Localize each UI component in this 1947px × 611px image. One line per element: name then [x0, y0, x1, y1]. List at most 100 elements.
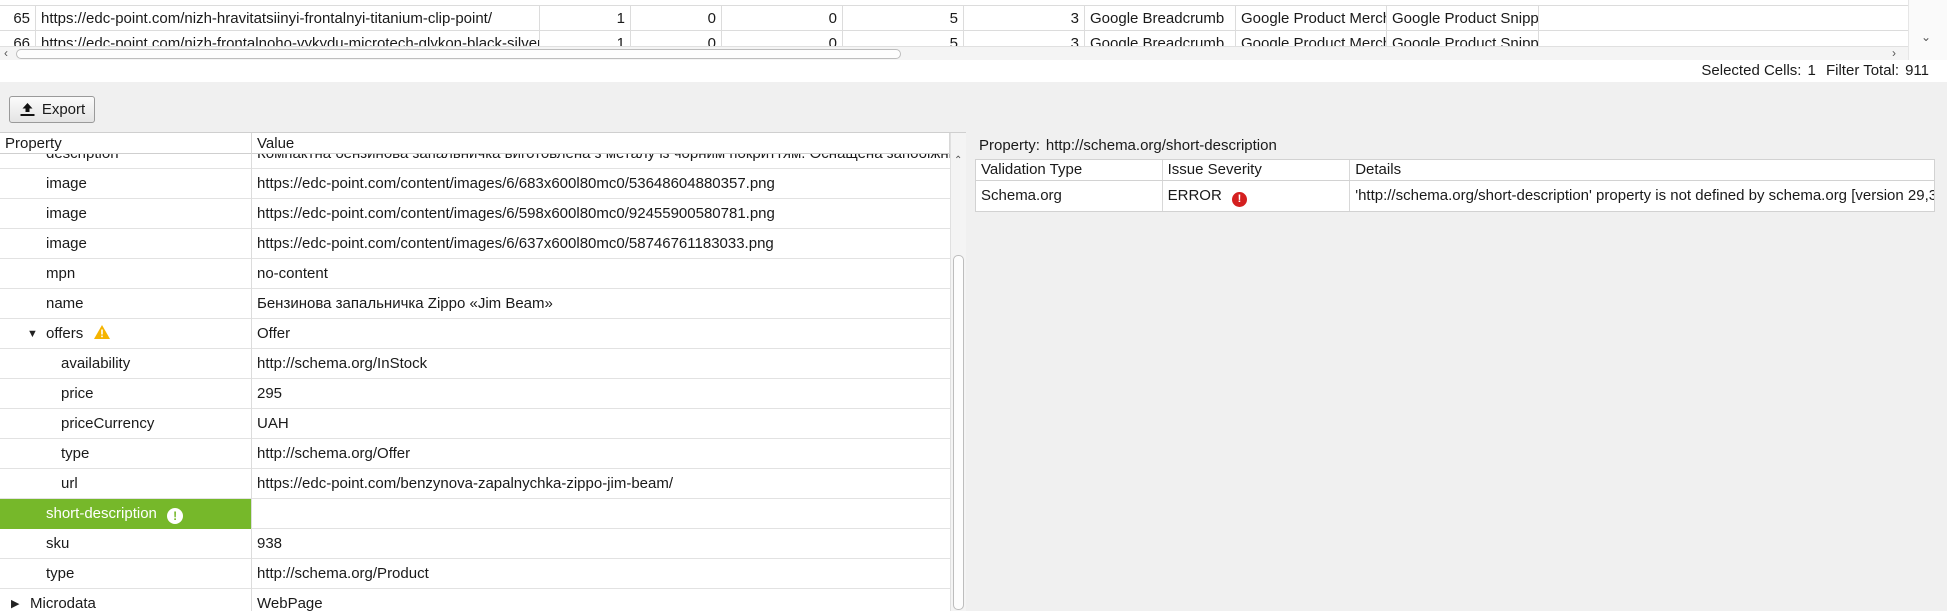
tree-row[interactable]: name Бензинова запальничка Zippo «Jim Be… — [0, 289, 950, 319]
scrollbar-thumb[interactable] — [953, 255, 964, 610]
validation-type-header[interactable]: Validation Type — [976, 160, 1163, 180]
expanded-arrow-icon[interactable]: ▼ — [27, 319, 38, 349]
value-cell: https://edc-point.com/content/images/6/5… — [257, 205, 775, 222]
tree-row[interactable]: availability http://schema.org/InStock — [0, 349, 950, 379]
property-column-header[interactable]: Property — [0, 133, 252, 154]
export-button[interactable]: Export — [9, 96, 95, 123]
value-cell: https://edc-point.com/content/images/6/6… — [257, 235, 774, 252]
tree-row[interactable]: ▶ Microdata WebPage — [0, 589, 950, 611]
scroll-down-icon[interactable]: ⌄ — [1921, 30, 1931, 44]
property-cell: image — [0, 169, 252, 199]
property-cell: type — [0, 559, 252, 589]
vertical-scrollbar[interactable]: ⌄ — [1908, 0, 1947, 60]
validation-details-panel: Property: http://schema.org/short-descrip… — [975, 132, 1947, 611]
url-cell[interactable]: https://edc-point.com/nizh-frontalnoho-v… — [36, 31, 540, 46]
count-cell[interactable]: 5 — [843, 31, 964, 46]
filter-total-value: 911 — [1905, 62, 1929, 79]
count-cell[interactable]: 1 — [540, 31, 631, 46]
scroll-left-icon[interactable]: ‹ — [4, 46, 8, 60]
feature-cell[interactable]: Google Breadcrumb — [1085, 6, 1236, 31]
tree-vertical-scrollbar[interactable]: ⌃ — [950, 133, 966, 611]
tree-row[interactable]: type http://schema.org/Offer — [0, 439, 950, 469]
validation-table: Validation Type Issue Severity Details S… — [975, 159, 1935, 212]
count-cell[interactable]: 0 — [722, 31, 843, 46]
count-cell[interactable]: 1 — [540, 6, 631, 31]
value-cell: Offer — [257, 325, 291, 342]
tree-row[interactable]: type http://schema.org/Product — [0, 559, 950, 589]
tree-row[interactable]: priceCurrency UAH — [0, 409, 950, 439]
count-cell[interactable]: 3 — [964, 31, 1085, 46]
tree-row[interactable]: ▼ offers Offer — [0, 319, 950, 349]
row-number: 65 — [0, 6, 36, 31]
selected-cells-label: Selected Cells: — [1701, 62, 1802, 79]
count-cell[interactable]: 3 — [964, 6, 1085, 31]
property-cell: priceCurrency — [0, 409, 252, 439]
feature-cell[interactable]: Google Breadcrumb — [1085, 31, 1236, 46]
value-cell: http://schema.org/Offer — [257, 445, 411, 462]
property-name: short-description — [46, 505, 157, 522]
feature-cell[interactable]: Google Product Snippet — [1387, 31, 1539, 46]
scrollbar-thumb[interactable] — [16, 49, 901, 59]
scroll-up-icon[interactable]: ⌃ — [954, 155, 962, 166]
property-cell: short-description ! — [0, 499, 252, 529]
info-icon: ! — [167, 508, 184, 524]
feature-cell[interactable]: Google Product Mercha... — [1236, 6, 1387, 31]
value-cell: 938 — [257, 535, 283, 552]
property-value: http://schema.org/short-description — [1045, 137, 1277, 154]
url-cell[interactable]: https://edc-point.com/nizh-hravitatsiiny… — [36, 6, 540, 31]
upload-icon — [20, 103, 35, 116]
table-row[interactable]: 65 https://edc-point.com/nizh-hravitatsi… — [0, 6, 1908, 31]
count-cell[interactable]: 0 — [631, 31, 722, 46]
property-cell: name — [0, 289, 252, 319]
value-cell — [252, 499, 950, 529]
property-cell: url — [0, 469, 252, 499]
scroll-right-icon[interactable]: › — [1892, 46, 1896, 60]
tree-row[interactable]: price 295 — [0, 379, 950, 409]
validation-type-cell: Schema.org — [976, 181, 1163, 211]
tree-row[interactable]: image https://edc-point.com/content/imag… — [0, 229, 950, 259]
count-cell[interactable]: 5 — [843, 6, 964, 31]
property-cell: availability — [0, 349, 252, 379]
value-cell: https://edc-point.com/benzynova-zapalnyc… — [257, 475, 674, 492]
issue-severity-cell: ERROR ! — [1163, 181, 1351, 211]
results-table: 65 https://edc-point.com/nizh-hravitatsi… — [0, 0, 1947, 46]
tree-row[interactable]: mpn no-content — [0, 259, 950, 289]
value-cell: no-content — [257, 265, 328, 282]
validation-table-header: Validation Type Issue Severity Details — [975, 159, 1935, 181]
value-column-header[interactable]: Value — [252, 133, 950, 154]
property-cell: type — [0, 439, 252, 469]
horizontal-scrollbar[interactable]: ‹ › — [0, 46, 1908, 60]
property-cell: sku — [0, 529, 252, 559]
collapsed-arrow-icon[interactable]: ▶ — [11, 589, 19, 611]
count-cell[interactable]: 0 — [722, 6, 843, 31]
value-cell: 295 — [257, 385, 283, 402]
feature-cell[interactable]: Google Product Mercha... — [1236, 31, 1387, 46]
property-cell: image — [0, 229, 252, 259]
property-cell: ▶ Microdata — [0, 589, 252, 611]
feature-cell[interactable]: Google Product Snippet — [1387, 6, 1539, 31]
issue-severity-header[interactable]: Issue Severity — [1163, 160, 1351, 180]
value-cell: http://schema.org/Product — [257, 565, 429, 582]
value-cell: https://edc-point.com/content/images/6/6… — [257, 175, 775, 192]
property-name: offers — [46, 325, 84, 342]
count-cell[interactable]: 0 — [631, 6, 722, 31]
tree-row[interactable]: image https://edc-point.com/content/imag… — [0, 169, 950, 199]
details-header[interactable]: Details — [1350, 160, 1934, 180]
tree-row[interactable]: url https://edc-point.com/benzynova-zapa… — [0, 469, 950, 499]
status-bar: Selected Cells: 1 Filter Total: 911 — [0, 60, 1947, 82]
value-cell: http://schema.org/InStock — [257, 355, 428, 372]
row-number: 66 — [0, 31, 36, 46]
selected-property-title: Property: http://schema.org/short-descrip… — [979, 135, 1277, 157]
table-row[interactable]: 66 https://edc-point.com/nizh-frontalnoh… — [0, 31, 1908, 46]
tree-row[interactable]: sku 938 — [0, 529, 950, 559]
tree-header: Property Value — [0, 133, 950, 154]
details-cell: 'http://schema.org/short-description' pr… — [1355, 187, 1934, 204]
value-cell: UAH — [257, 415, 289, 432]
value-cell: Бензинова запальничка Zippo «Jim Beam» — [257, 295, 553, 312]
tree-row[interactable]: image https://edc-point.com/content/imag… — [0, 199, 950, 229]
validation-row[interactable]: Schema.org ERROR ! 'http://schema.org/sh… — [975, 181, 1935, 212]
tree-row-selected[interactable]: short-description ! — [0, 499, 950, 529]
property-cell: price — [0, 379, 252, 409]
property-cell: ▼ offers — [0, 319, 252, 349]
property-label: Property: — [979, 137, 1040, 154]
